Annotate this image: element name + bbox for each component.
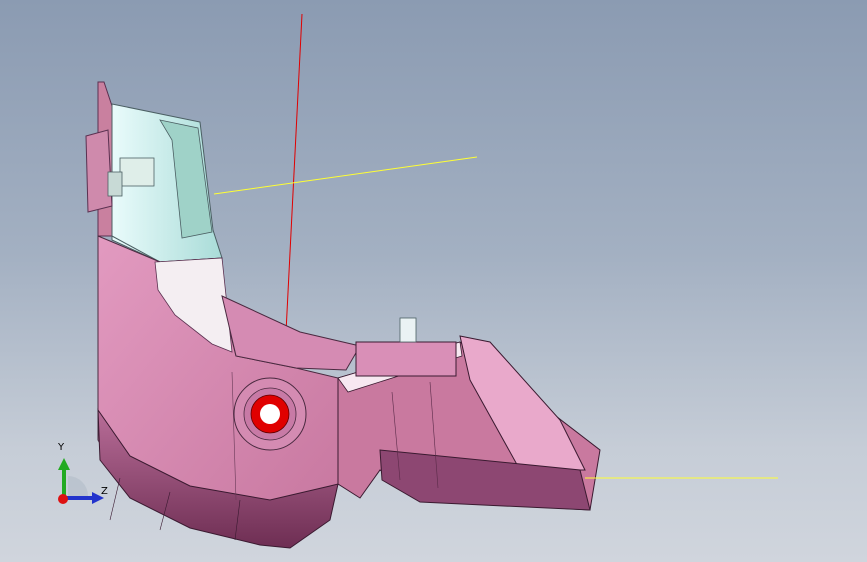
mounting-hole (233, 377, 307, 451)
3d-model-part[interactable] (0, 0, 867, 562)
upper-bracket (85, 81, 223, 263)
yellow-axis-line-upper (213, 156, 478, 195)
z-axis-label: Z (101, 486, 108, 497)
cad-3d-viewport[interactable]: Y Z (0, 0, 867, 562)
main-body (97, 235, 361, 549)
red-axis-line (283, 13, 303, 373)
y-axis-label: Y (58, 442, 65, 453)
right-arm (337, 317, 601, 511)
